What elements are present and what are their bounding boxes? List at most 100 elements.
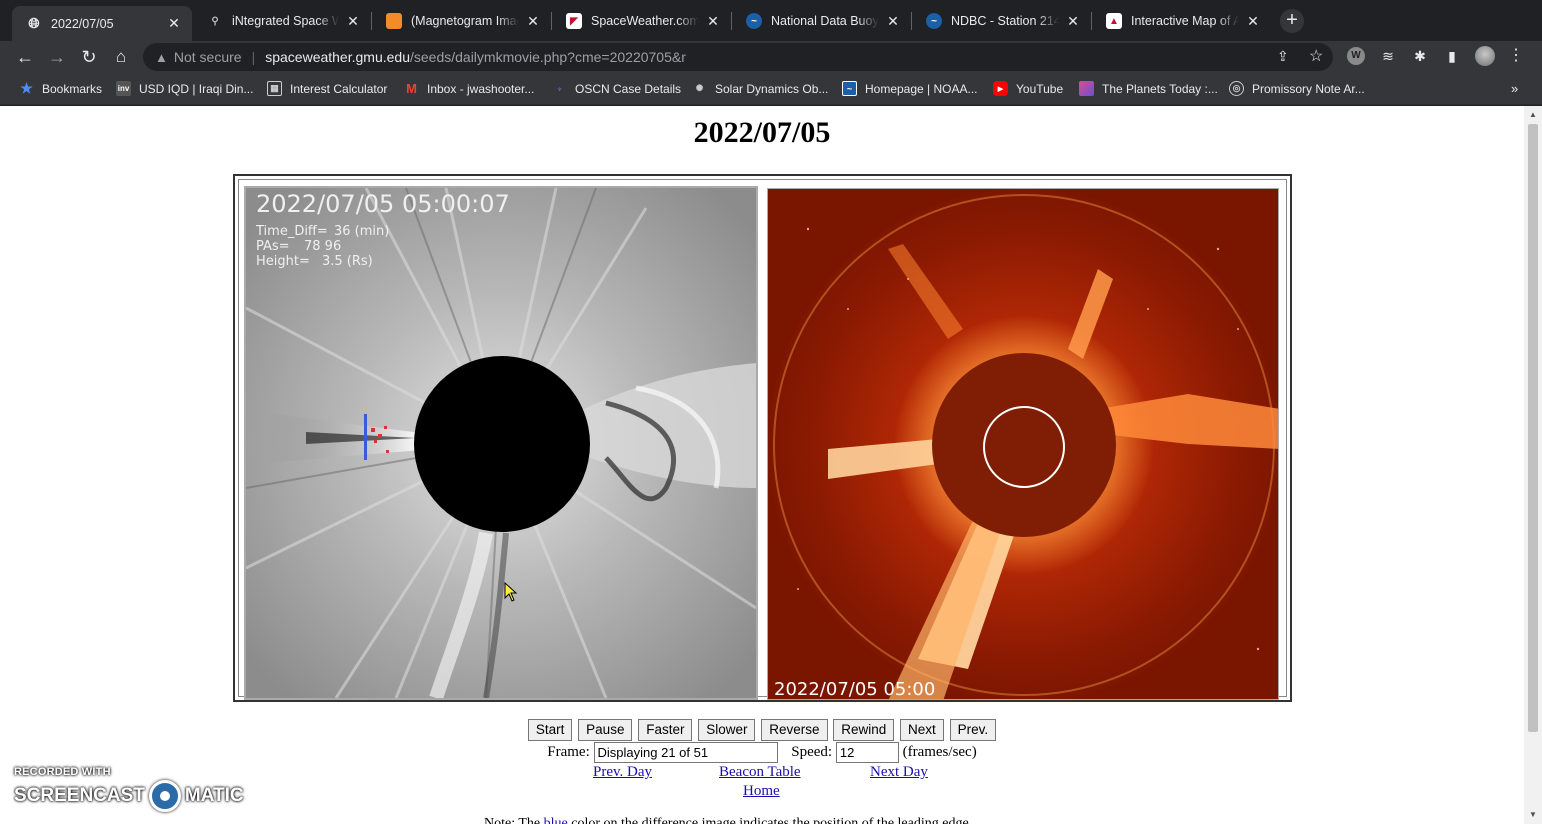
tab-ndbc-station[interactable]: ~ NDBC - Station 21414 ✕ bbox=[912, 6, 1091, 36]
share-icon[interactable]: ⇪ bbox=[1277, 48, 1289, 65]
bookmark-gmail-inbox[interactable]: M Inbox - jwashooter... bbox=[404, 81, 534, 96]
difference-image-graphic: 2022/07/05 05:00:07 Time_Diff= 36 (min) P… bbox=[246, 188, 756, 698]
url-host: spaceweather.gmu.edu bbox=[265, 49, 410, 65]
reload-icon[interactable]: ↻ bbox=[77, 45, 101, 69]
watermark-word-matic: MATIC bbox=[184, 785, 244, 806]
forward-icon[interactable]: → bbox=[45, 45, 69, 69]
tab-title: Interactive Map of Active Volcanoes bbox=[1131, 14, 1239, 28]
height-value: 3.5 (Rs) bbox=[322, 254, 373, 269]
screencast-watermark: RECORDED WITH SCREENCAST MATIC bbox=[14, 766, 244, 812]
address-bar[interactable]: ▲ Not secure | spaceweather.gmu.edu /see… bbox=[143, 43, 1333, 71]
tab-magnetogram[interactable]: (Magnetogram Image) ✕ bbox=[372, 6, 551, 36]
not-secure-label[interactable]: Not secure bbox=[174, 49, 242, 65]
vertical-scrollbar[interactable]: ▲ ▼ bbox=[1524, 106, 1542, 824]
bookmark-label: Promissory Note Ar... bbox=[1252, 81, 1365, 96]
scroll-thumb[interactable] bbox=[1528, 124, 1538, 732]
note-blue-link[interactable]: blue bbox=[544, 816, 568, 824]
lasco-image-graphic: 2022/07/05 05:00 bbox=[768, 189, 1278, 700]
speed-field[interactable]: 12 bbox=[835, 742, 899, 763]
lasco-timestamp: 2022/07/05 05:00 bbox=[774, 679, 935, 700]
home-link[interactable]: Home bbox=[743, 783, 780, 800]
side-panel-icon[interactable]: ▮ bbox=[1443, 47, 1461, 65]
prev-day-link[interactable]: Prev. Day bbox=[593, 764, 652, 781]
menu-kebab-icon[interactable]: ⋮ bbox=[1507, 47, 1525, 65]
document-icon: ◎ bbox=[1229, 81, 1244, 96]
watermark-word-screencast: SCREENCAST bbox=[14, 785, 145, 806]
bookmark-label: Inbox - jwashooter... bbox=[427, 81, 535, 96]
page-title: 2022/07/05 bbox=[693, 116, 831, 149]
bookmark-bookmarks[interactable]: ★ Bookmarks bbox=[19, 80, 102, 96]
pause-button[interactable]: Pause bbox=[578, 719, 633, 741]
tab-national-data-buoy[interactable]: ~ National Data Buoy Center ✕ bbox=[732, 6, 911, 36]
start-button[interactable]: Start bbox=[527, 719, 573, 741]
next-button[interactable]: Next bbox=[900, 719, 944, 741]
tab-integrated-space-weather[interactable]: ⚲ iNtegrated Space Weather ✕ bbox=[193, 6, 371, 36]
bookmarks-bar: ★ Bookmarks inv USD IQD | Iraqi Din... ▦… bbox=[0, 73, 1542, 105]
close-icon[interactable]: ✕ bbox=[166, 15, 182, 32]
extensions-puzzle-icon[interactable]: ✱ bbox=[1411, 47, 1429, 65]
bookmark-noaa[interactable]: ~ Homepage | NOAA... bbox=[842, 81, 978, 96]
browser-toolbar: ← → ↻ ⌂ ▲ Not secure | spaceweather.gmu.… bbox=[0, 41, 1542, 73]
planets-icon bbox=[1079, 81, 1094, 96]
gmail-icon: M bbox=[406, 81, 417, 96]
frame-field[interactable]: Displaying 21 of 51 bbox=[593, 742, 778, 763]
note-text: Note: The blue color on the difference i… bbox=[484, 816, 969, 824]
faster-button[interactable]: Faster bbox=[638, 719, 693, 741]
close-icon[interactable]: ✕ bbox=[1065, 13, 1081, 30]
prev-button[interactable]: Prev. bbox=[949, 719, 997, 741]
rewind-button[interactable]: Rewind bbox=[833, 719, 895, 741]
diff-timestamp: 2022/07/05 05:00:07 bbox=[256, 190, 510, 218]
difference-image: 2022/07/05 05:00:07 Time_Diff= 36 (min) P… bbox=[244, 186, 758, 700]
bookmark-usd-iqd[interactable]: inv USD IQD | Iraqi Din... bbox=[116, 81, 253, 96]
scroll-up-icon[interactable]: ▲ bbox=[1524, 110, 1542, 124]
inv-icon: inv bbox=[116, 81, 131, 96]
new-tab-button[interactable]: + bbox=[1280, 9, 1304, 33]
bookmark-label: Interest Calculator bbox=[290, 81, 388, 96]
tab-strip: 🌐︎ 2022/07/05 ✕ ⚲ iNtegrated Space Weath… bbox=[0, 0, 1542, 41]
bookmark-sdo[interactable]: ✺ Solar Dynamics Ob... bbox=[692, 81, 829, 96]
back-icon[interactable]: ← bbox=[13, 45, 37, 69]
warning-triangle-icon: ▲ bbox=[155, 49, 168, 65]
slower-button[interactable]: Slower bbox=[698, 719, 756, 741]
bookmark-youtube[interactable]: ▶ YouTube bbox=[993, 81, 1063, 96]
bookmark-planets-today[interactable]: The Planets Today :... bbox=[1079, 81, 1218, 96]
url-path: /seeds/dailymkmovie.php?cme=20220705&r bbox=[409, 49, 686, 65]
frame-label: Frame: bbox=[547, 743, 590, 760]
calculator-icon: ▦ bbox=[267, 81, 282, 96]
close-icon[interactable]: ✕ bbox=[705, 13, 721, 30]
movie-inner-border: 2022/07/05 05:00:07 Time_Diff= 36 (min) P… bbox=[238, 179, 1287, 700]
tab-spaceweather[interactable]: ◤ SpaceWeather.com ✕ bbox=[552, 6, 731, 36]
tab-title: iNtegrated Space Weather bbox=[232, 14, 339, 28]
tab-volcano-map[interactable]: ▲ Interactive Map of Active Volcanoes ✕ bbox=[1092, 6, 1271, 36]
noaa-icon: ~ bbox=[926, 13, 942, 29]
bookmark-promissory-note[interactable]: ◎ Promissory Note Ar... bbox=[1229, 81, 1365, 96]
note-prefix: Note: The bbox=[484, 816, 541, 824]
reverse-button[interactable]: Reverse bbox=[761, 719, 828, 741]
bookmark-label: YouTube bbox=[1016, 81, 1064, 96]
tab-title: 2022/07/05 bbox=[51, 16, 114, 31]
bookmark-star-icon[interactable]: ☆ bbox=[1309, 46, 1323, 66]
profile-avatar[interactable] bbox=[1475, 46, 1495, 66]
height-label: Height= bbox=[256, 254, 310, 269]
bookmark-label: The Planets Today :... bbox=[1102, 81, 1218, 96]
lasco-c2-image: 2022/07/05 05:00 bbox=[767, 188, 1279, 700]
bookmark-interest-calculator[interactable]: ▦ Interest Calculator bbox=[267, 81, 387, 96]
bookmark-oscn[interactable]: ♆ OSCN Case Details bbox=[552, 81, 681, 96]
movie-frame: 2022/07/05 05:00:07 Time_Diff= 36 (min) P… bbox=[233, 174, 1292, 702]
extension-wave-icon[interactable]: ≋ bbox=[1379, 47, 1397, 65]
beacon-table-link[interactable]: Beacon Table bbox=[719, 764, 801, 781]
tab-2022-07-05[interactable]: 🌐︎ 2022/07/05 ✕ bbox=[12, 6, 192, 41]
pas-value: 78 96 bbox=[304, 239, 341, 254]
bookmarks-overflow-button[interactable]: » bbox=[1511, 81, 1518, 96]
mouse-cursor-icon bbox=[504, 582, 518, 602]
close-icon[interactable]: ✕ bbox=[345, 13, 361, 30]
close-icon[interactable]: ✕ bbox=[525, 13, 541, 30]
globe-icon: 🌐︎ bbox=[28, 15, 40, 31]
home-icon[interactable]: ⌂ bbox=[109, 45, 133, 69]
next-day-link[interactable]: Next Day bbox=[870, 764, 928, 781]
volcano-map-icon: ▲ bbox=[1106, 13, 1122, 29]
extension-w-icon[interactable]: W bbox=[1347, 47, 1365, 65]
close-icon[interactable]: ✕ bbox=[885, 13, 901, 30]
scroll-down-icon[interactable]: ▼ bbox=[1524, 810, 1542, 824]
close-icon[interactable]: ✕ bbox=[1245, 13, 1261, 30]
